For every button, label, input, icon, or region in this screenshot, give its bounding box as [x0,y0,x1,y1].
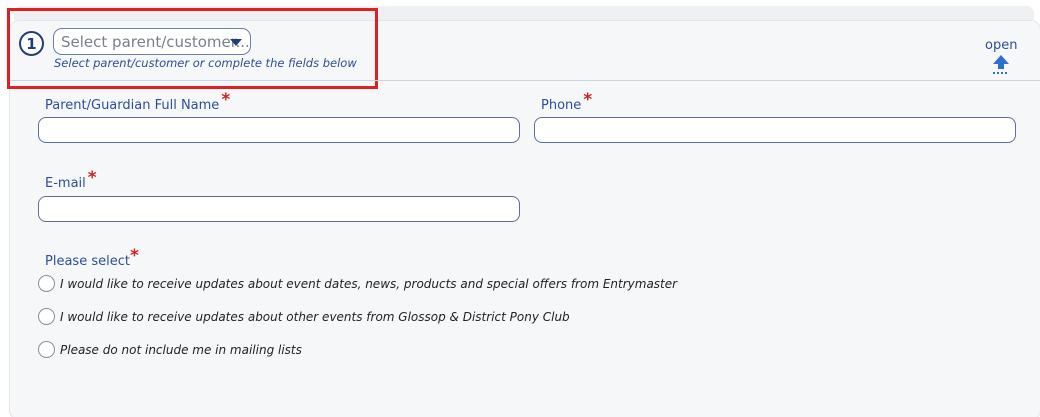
phone-input[interactable] [534,117,1016,143]
header-divider [10,80,1040,81]
required-asterisk: * [87,168,97,188]
parent-name-label: Parent/Guardian Full Name * [45,90,230,114]
parent-name-input[interactable] [38,117,520,143]
page: 1 Select parent/customer... Select paren… [0,0,1040,417]
required-asterisk: * [129,246,139,266]
radio-button[interactable] [38,308,55,325]
parent-customer-select[interactable]: Select parent/customer... [53,28,251,55]
parent-name-label-text: Parent/Guardian Full Name [45,98,220,113]
phone-label-text: Phone [541,98,582,113]
required-asterisk: * [583,90,593,110]
open-toggle-label[interactable]: open [985,38,1017,53]
mailing-option-label: Please do not include me in mailing list… [60,342,302,357]
email-input[interactable] [38,196,520,222]
select-placeholder: Select parent/customer... [61,32,250,51]
required-asterisk: * [221,90,231,110]
email-label-text: E-mail [45,176,86,191]
step-number-badge: 1 [19,31,44,56]
radio-button[interactable] [38,275,55,292]
radio-button[interactable] [38,341,55,358]
mailing-option-none[interactable]: Please do not include me in mailing list… [38,341,302,358]
mailing-option-entrymaster[interactable]: I would like to receive updates about ev… [38,275,677,292]
upload-arrow-icon[interactable] [991,54,1011,76]
mailing-option-pony-club[interactable]: I would like to receive updates about ot… [38,308,570,325]
mailing-option-label: I would like to receive updates about ot… [60,309,570,324]
phone-label: Phone * [541,90,592,114]
email-label: E-mail * [45,168,97,192]
mailing-preference-label: Please select* [45,246,139,270]
mailing-option-label: I would like to receive updates about ev… [60,276,678,291]
chevron-down-icon [230,39,242,46]
select-hint: Select parent/customer or complete the f… [54,56,357,70]
mailing-preference-label-text: Please select [45,254,130,269]
